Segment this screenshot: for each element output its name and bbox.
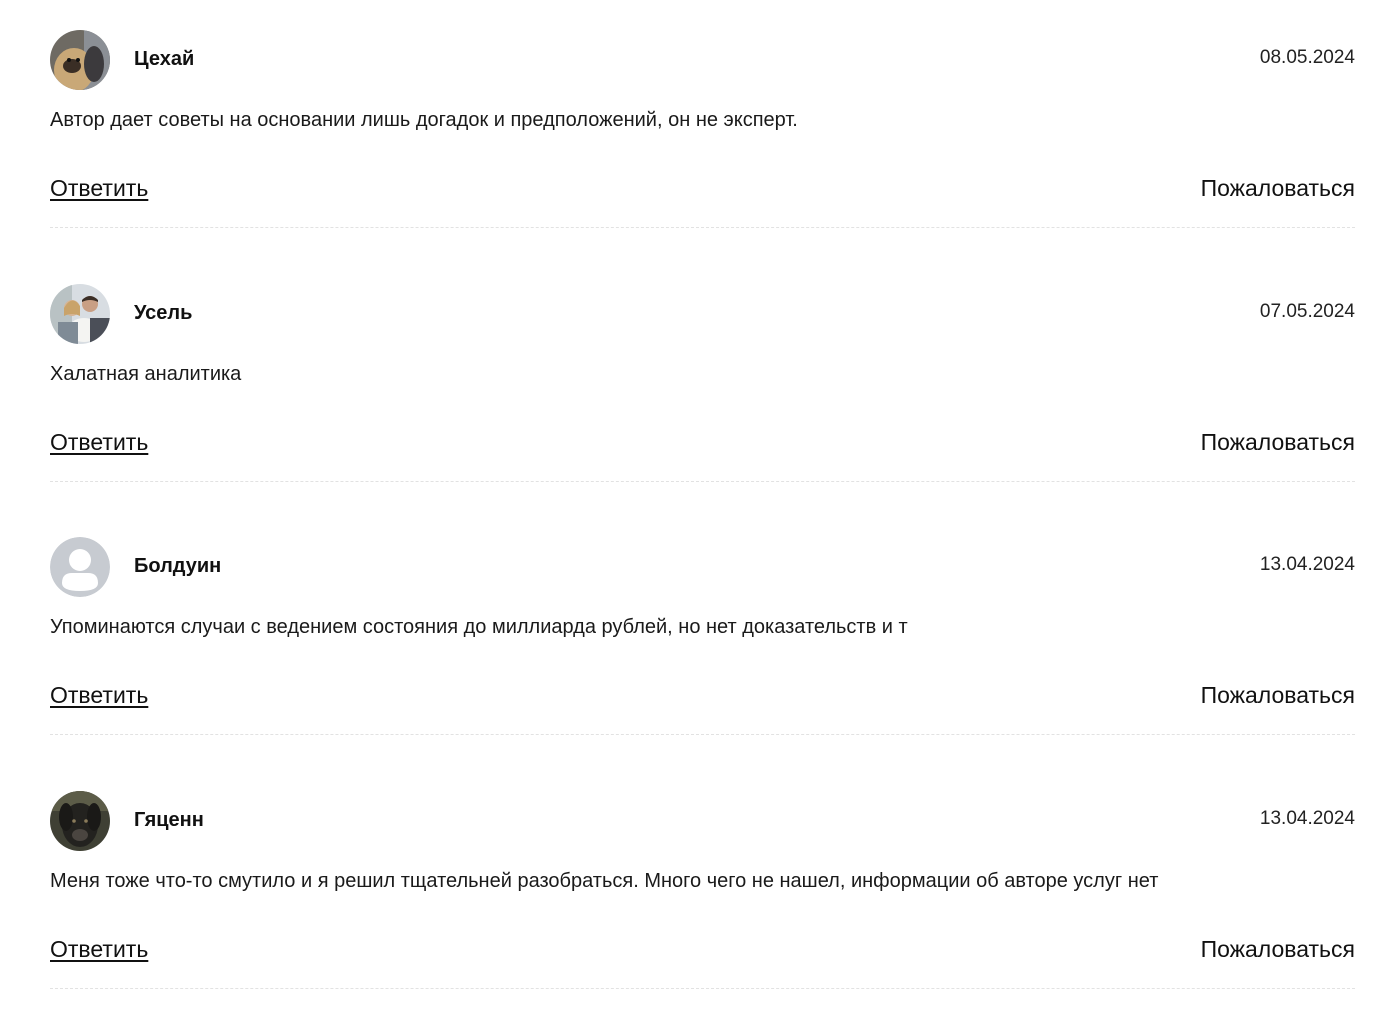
comment-date: 08.05.2024 — [1259, 47, 1355, 68]
couple-with-dog-photo-avatar-icon — [50, 284, 110, 344]
comment-item: Усель 07.05.2024 Халатная аналитика Отве… — [50, 254, 1355, 482]
reply-link[interactable]: Ответить — [50, 175, 148, 202]
comment-item: Цехай 08.05.2024 Автор дает советы на ос… — [50, 0, 1355, 228]
comment-date: 13.04.2024 — [1259, 808, 1355, 829]
comment-author: Цехай — [134, 48, 195, 70]
report-link[interactable]: Пожаловаться — [1201, 682, 1355, 709]
comment-author: Усель — [134, 302, 193, 324]
comment-author: Болдуин — [134, 555, 222, 577]
avatar[interactable] — [50, 537, 110, 597]
comment-text: Автор дает советы на основании лишь дога… — [50, 109, 798, 131]
report-link[interactable]: Пожаловаться — [1201, 429, 1355, 456]
reply-link[interactable]: Ответить — [50, 682, 148, 709]
avatar[interactable] — [50, 30, 110, 90]
avatar[interactable] — [50, 284, 110, 344]
comment-item: Гяценн 13.04.2024 Меня тоже что-то смути… — [50, 761, 1355, 989]
comment-author: Гяценн — [134, 809, 204, 831]
reply-link[interactable]: Ответить — [50, 936, 148, 963]
dark-dog-photo-avatar-icon — [50, 791, 110, 851]
comment-item: Болдуин 13.04.2024 Упоминаются случаи с … — [50, 507, 1355, 735]
avatar[interactable] — [50, 791, 110, 851]
comment-text: Меня тоже что-то смутило и я решил тщате… — [50, 870, 1159, 892]
comment-date: 07.05.2024 — [1259, 301, 1355, 322]
reply-link[interactable]: Ответить — [50, 429, 148, 456]
comment-date: 13.04.2024 — [1259, 554, 1355, 575]
default-user-avatar-icon — [50, 537, 110, 597]
comment-text: Упоминаются случаи с ведением состояния … — [50, 616, 908, 638]
dog-photo-avatar-icon — [50, 30, 110, 90]
report-link[interactable]: Пожаловаться — [1201, 936, 1355, 963]
comments-list: Цехай 08.05.2024 Автор дает советы на ос… — [0, 0, 1379, 1014]
report-link[interactable]: Пожаловаться — [1201, 175, 1355, 202]
comment-text: Халатная аналитика — [50, 363, 242, 385]
